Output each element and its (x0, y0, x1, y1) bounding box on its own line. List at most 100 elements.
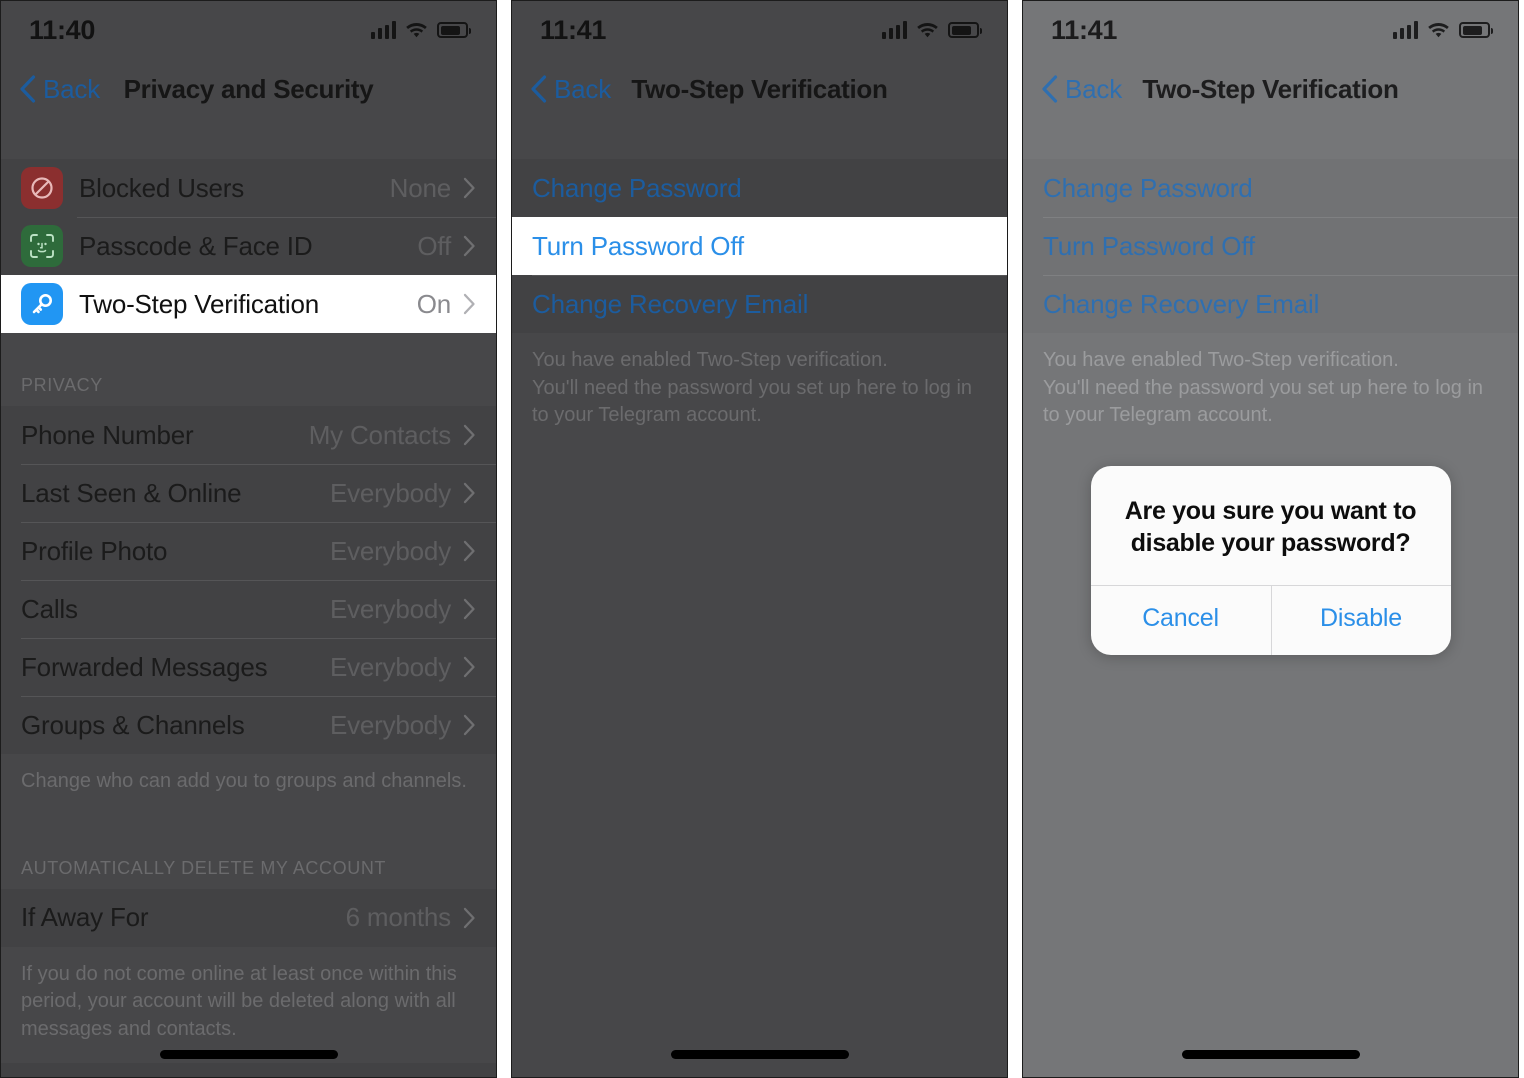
chevron-right-icon (463, 714, 475, 736)
row-forwarded-messages[interactable]: Forwarded Messages Everybody (1, 638, 496, 696)
row-label: Change Password (1043, 172, 1253, 203)
row-label: Change Recovery Email (1043, 288, 1320, 319)
cellular-bars-icon (881, 21, 907, 39)
chevron-right-icon (463, 540, 475, 562)
row-value: Off (417, 230, 451, 261)
status-icons (881, 21, 982, 39)
status-icons (1392, 21, 1493, 39)
status-bar-2: 11:41 (512, 1, 1007, 59)
row-value: Everybody (329, 593, 451, 624)
cancel-button[interactable]: Cancel (1091, 586, 1271, 655)
wifi-icon (917, 22, 938, 37)
row-passcode-face-id[interactable]: Passcode & Face ID Off (1, 217, 496, 275)
status-clock: 11:40 (29, 14, 96, 45)
back-button[interactable]: Back (530, 74, 611, 105)
row-change-recovery-email[interactable]: Change Recovery Email (1023, 275, 1518, 333)
chevron-right-icon (463, 293, 475, 315)
row-profile-photo[interactable]: Profile Photo Everybody (1, 522, 496, 580)
top-spacer (512, 119, 1007, 159)
row-value: 6 months (345, 902, 452, 933)
row-label: Phone Number (21, 419, 194, 450)
chevron-left-icon (531, 75, 547, 103)
chevron-right-icon (463, 177, 475, 199)
blocked-users-icon (21, 167, 63, 209)
nav-bar-3: Back Two-Step Verification (1023, 59, 1518, 119)
top-spacer (1, 119, 496, 159)
row-value: Everybody (329, 477, 451, 508)
screen-2: 11:41 Back Two-Step Verification Change … (512, 1, 1007, 1077)
chevron-left-icon (1042, 75, 1058, 103)
row-label: Passcode & Face ID (79, 230, 313, 261)
key-icon (21, 283, 63, 325)
disable-button[interactable]: Disable (1270, 586, 1451, 655)
back-label: Back (1065, 73, 1123, 104)
row-calls[interactable]: Calls Everybody (1, 580, 496, 638)
wifi-icon (406, 22, 427, 37)
status-bar-3: 11:41 (1023, 1, 1518, 59)
content-2: Change Password Turn Password Off Change… (512, 119, 1007, 1077)
cellular-bars-icon (370, 21, 396, 39)
home-indicator (159, 1050, 338, 1059)
row-phone-number[interactable]: Phone Number My Contacts (1, 406, 496, 464)
row-turn-password-off[interactable]: Turn Password Off (1023, 217, 1518, 275)
nav-bar-1: Back Privacy and Security (1, 59, 496, 119)
row-if-away-for[interactable]: If Away For 6 months (1, 889, 496, 947)
row-change-password[interactable]: Change Password (512, 159, 1007, 217)
face-id-icon (21, 225, 63, 267)
content-1: Blocked Users None Passcode & Face ID Of… (1, 119, 496, 1077)
back-label: Back (554, 73, 612, 104)
row-label: Two-Step Verification (79, 288, 320, 319)
row-last-seen-online[interactable]: Last Seen & Online Everybody (1, 464, 496, 522)
section-header-privacy: PRIVACY (1, 333, 496, 406)
screen-1: 11:40 Back Privacy and Security Blocked … (1, 1, 496, 1077)
row-value: Everybody (329, 535, 451, 566)
row-groups-channels[interactable]: Groups & Channels Everybody (1, 696, 496, 754)
auto-delete-group: If Away For 6 months (1, 888, 496, 947)
section-header-auto-delete: AUTOMATICALLY DELETE MY ACCOUNT (1, 815, 496, 889)
row-change-password[interactable]: Change Password (1023, 159, 1518, 217)
row-label: Change Password (532, 172, 742, 203)
chevron-right-icon (463, 598, 475, 620)
two-step-actions-group: Change Password Turn Password Off Change… (512, 159, 1007, 333)
section-footer-two-step: You have enabled Two-Step verification. … (1023, 333, 1518, 450)
top-spacer (1023, 119, 1518, 159)
phone-panel-two-step-verification: 11:41 Back Two-Step Verification Change … (511, 0, 1008, 1078)
chevron-right-icon (463, 424, 475, 446)
back-label: Back (43, 73, 101, 104)
alert-buttons: Cancel Disable (1090, 585, 1451, 655)
section-footer-two-step: You have enabled Two-Step verification. … (512, 333, 1007, 450)
row-label: Turn Password Off (532, 230, 744, 261)
status-clock: 11:41 (540, 14, 607, 45)
row-value: Everybody (329, 651, 451, 682)
screen-3: 11:41 Back Two-Step Verification Change … (1023, 1, 1518, 1077)
chevron-right-icon (463, 235, 475, 257)
back-button[interactable]: Back (1041, 74, 1122, 105)
back-button[interactable]: Back (19, 74, 100, 105)
row-label: Last Seen & Online (21, 477, 242, 508)
phone-panel-disable-password-alert: 11:41 Back Two-Step Verification Change … (1022, 0, 1519, 1078)
chevron-right-icon (463, 656, 475, 678)
row-label: Blocked Users (79, 172, 245, 203)
chevron-left-icon (20, 75, 36, 103)
battery-icon (948, 22, 982, 38)
phone-panel-privacy-security: 11:40 Back Privacy and Security Blocked … (0, 0, 497, 1078)
security-group: Blocked Users None Passcode & Face ID Of… (1, 159, 496, 333)
two-step-actions-group: Change Password Turn Password Off Change… (1023, 159, 1518, 333)
row-label: Groups & Channels (21, 709, 245, 740)
row-blocked-users[interactable]: Blocked Users None (1, 159, 496, 217)
row-label: Change Recovery Email (532, 288, 809, 319)
status-clock: 11:41 (1051, 14, 1118, 45)
battery-icon (1459, 22, 1493, 38)
row-change-recovery-email[interactable]: Change Recovery Email (512, 275, 1007, 333)
disable-password-alert: Are you sure you want to disable your pa… (1090, 466, 1451, 655)
row-data-settings[interactable]: Data Settings (1, 1063, 496, 1078)
row-label: Calls (21, 593, 78, 624)
wifi-icon (1428, 22, 1449, 37)
row-value: None (389, 172, 452, 203)
row-turn-password-off[interactable]: Turn Password Off (512, 217, 1007, 275)
row-value: On (416, 288, 451, 319)
row-label: Profile Photo (21, 535, 168, 566)
row-value: Everybody (329, 709, 451, 740)
row-two-step-verification[interactable]: Two-Step Verification On (1, 275, 496, 333)
nav-bar-2: Back Two-Step Verification (512, 59, 1007, 119)
